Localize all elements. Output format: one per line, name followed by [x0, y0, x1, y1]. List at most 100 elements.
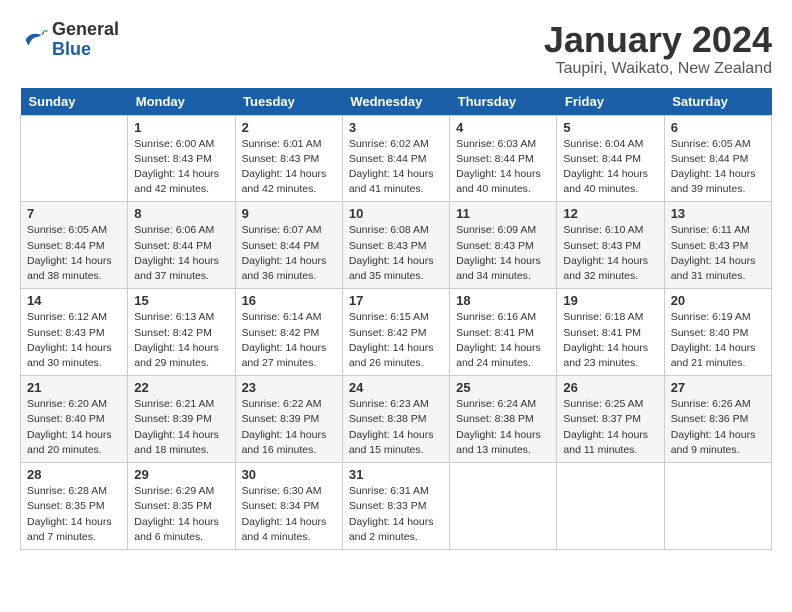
day-info: Sunrise: 6:16 AMSunset: 8:41 PMDaylight:…: [456, 310, 550, 371]
calendar-cell: 14 Sunrise: 6:12 AMSunset: 8:43 PMDayligh…: [21, 289, 128, 376]
day-info: Sunrise: 6:01 AMSunset: 8:43 PMDaylight:…: [242, 137, 336, 198]
calendar-week-row: 21 Sunrise: 6:20 AMSunset: 8:40 PMDayligh…: [21, 376, 772, 463]
weekday-header-monday: Monday: [128, 88, 235, 116]
day-number: 8: [134, 206, 228, 221]
weekday-header-row: SundayMondayTuesdayWednesdayThursdayFrid…: [21, 88, 772, 116]
calendar-table: SundayMondayTuesdayWednesdayThursdayFrid…: [20, 88, 772, 550]
calendar-cell: 12Sunrise: 6:10 AMSunset: 8:43 PMDayligh…: [557, 202, 664, 289]
calendar-cell: 9 Sunrise: 6:07 AMSunset: 8:44 PMDaylight…: [235, 202, 342, 289]
day-number: 2: [242, 120, 336, 135]
calendar-cell: 23 Sunrise: 6:22 AMSunset: 8:39 PMDayligh…: [235, 376, 342, 463]
day-info: Sunrise: 6:31 AMSunset: 8:33 PMDaylight:…: [349, 484, 443, 545]
calendar-cell: 7 Sunrise: 6:05 AMSunset: 8:44 PMDaylight…: [21, 202, 128, 289]
day-number: 25: [456, 380, 550, 395]
weekday-header-tuesday: Tuesday: [235, 88, 342, 116]
weekday-header-thursday: Thursday: [450, 88, 557, 116]
day-info: Sunrise: 6:29 AMSunset: 8:35 PMDaylight:…: [134, 484, 228, 545]
day-number: 21: [27, 380, 121, 395]
calendar-week-row: 14 Sunrise: 6:12 AMSunset: 8:43 PMDayligh…: [21, 289, 772, 376]
weekday-header-wednesday: Wednesday: [342, 88, 449, 116]
day-number: 5: [563, 120, 657, 135]
calendar-cell: 17 Sunrise: 6:15 AMSunset: 8:42 PMDayligh…: [342, 289, 449, 376]
day-info: Sunrise: 6:11 AMSunset: 8:43 PMDaylight:…: [671, 223, 765, 284]
month-title: January 2024: [544, 20, 772, 60]
day-info: Sunrise: 6:14 AMSunset: 8:42 PMDaylight:…: [242, 310, 336, 371]
location-text: Taupiri, Waikato, New Zealand: [544, 60, 772, 78]
day-number: 28: [27, 467, 121, 482]
day-info: Sunrise: 6:22 AMSunset: 8:39 PMDaylight:…: [242, 397, 336, 458]
day-number: 10: [349, 206, 443, 221]
day-number: 7: [27, 206, 121, 221]
day-info: Sunrise: 6:08 AMSunset: 8:43 PMDaylight:…: [349, 223, 443, 284]
day-number: 3: [349, 120, 443, 135]
logo-general-text: General: [52, 19, 119, 39]
calendar-cell: 19 Sunrise: 6:18 AMSunset: 8:41 PMDayligh…: [557, 289, 664, 376]
day-number: 27: [671, 380, 765, 395]
day-info: Sunrise: 6:06 AMSunset: 8:44 PMDaylight:…: [134, 223, 228, 284]
calendar-cell: 28 Sunrise: 6:28 AMSunset: 8:35 PMDayligh…: [21, 463, 128, 550]
day-info: Sunrise: 6:05 AMSunset: 8:44 PMDaylight:…: [671, 137, 765, 198]
calendar-cell: 29 Sunrise: 6:29 AMSunset: 8:35 PMDayligh…: [128, 463, 235, 550]
weekday-header-saturday: Saturday: [664, 88, 771, 116]
day-number: 6: [671, 120, 765, 135]
day-info: Sunrise: 6:21 AMSunset: 8:39 PMDaylight:…: [134, 397, 228, 458]
calendar-cell: 1Sunrise: 6:00 AMSunset: 8:43 PMDaylight…: [128, 115, 235, 202]
day-number: 24: [349, 380, 443, 395]
calendar-week-row: 28 Sunrise: 6:28 AMSunset: 8:35 PMDayligh…: [21, 463, 772, 550]
logo: General Blue: [20, 20, 119, 60]
day-number: 1: [134, 120, 228, 135]
calendar-cell: 25Sunrise: 6:24 AMSunset: 8:38 PMDayligh…: [450, 376, 557, 463]
weekday-header-sunday: Sunday: [21, 88, 128, 116]
day-number: 29: [134, 467, 228, 482]
day-number: 11: [456, 206, 550, 221]
day-number: 4: [456, 120, 550, 135]
day-info: Sunrise: 6:07 AMSunset: 8:44 PMDaylight:…: [242, 223, 336, 284]
calendar-cell: 6 Sunrise: 6:05 AMSunset: 8:44 PMDaylight…: [664, 115, 771, 202]
calendar-cell: 27Sunrise: 6:26 AMSunset: 8:36 PMDayligh…: [664, 376, 771, 463]
day-number: 23: [242, 380, 336, 395]
calendar-week-row: 7 Sunrise: 6:05 AMSunset: 8:44 PMDaylight…: [21, 202, 772, 289]
calendar-cell: 3Sunrise: 6:02 AMSunset: 8:44 PMDaylight…: [342, 115, 449, 202]
calendar-cell: [450, 463, 557, 550]
day-number: 16: [242, 293, 336, 308]
calendar-cell: 21 Sunrise: 6:20 AMSunset: 8:40 PMDayligh…: [21, 376, 128, 463]
day-info: Sunrise: 6:12 AMSunset: 8:43 PMDaylight:…: [27, 310, 121, 371]
calendar-cell: [557, 463, 664, 550]
calendar-cell: 13 Sunrise: 6:11 AMSunset: 8:43 PMDayligh…: [664, 202, 771, 289]
day-number: 17: [349, 293, 443, 308]
day-info: Sunrise: 6:09 AMSunset: 8:43 PMDaylight:…: [456, 223, 550, 284]
logo-blue-text: Blue: [52, 39, 91, 59]
day-info: Sunrise: 6:05 AMSunset: 8:44 PMDaylight:…: [27, 223, 121, 284]
day-number: 18: [456, 293, 550, 308]
day-number: 14: [27, 293, 121, 308]
calendar-cell: 8 Sunrise: 6:06 AMSunset: 8:44 PMDaylight…: [128, 202, 235, 289]
day-info: Sunrise: 6:28 AMSunset: 8:35 PMDaylight:…: [27, 484, 121, 545]
logo-bird-icon: [20, 26, 48, 54]
calendar-cell: 2 Sunrise: 6:01 AMSunset: 8:43 PMDaylight…: [235, 115, 342, 202]
day-info: Sunrise: 6:18 AMSunset: 8:41 PMDaylight:…: [563, 310, 657, 371]
calendar-cell: 18 Sunrise: 6:16 AMSunset: 8:41 PMDayligh…: [450, 289, 557, 376]
day-number: 31: [349, 467, 443, 482]
calendar-cell: 10 Sunrise: 6:08 AMSunset: 8:43 PMDayligh…: [342, 202, 449, 289]
calendar-cell: 24Sunrise: 6:23 AMSunset: 8:38 PMDayligh…: [342, 376, 449, 463]
calendar-cell: [664, 463, 771, 550]
calendar-cell: [21, 115, 128, 202]
day-info: Sunrise: 6:10 AMSunset: 8:43 PMDaylight:…: [563, 223, 657, 284]
day-info: Sunrise: 6:20 AMSunset: 8:40 PMDaylight:…: [27, 397, 121, 458]
day-number: 26: [563, 380, 657, 395]
day-info: Sunrise: 6:25 AMSunset: 8:37 PMDaylight:…: [563, 397, 657, 458]
calendar-cell: 15Sunrise: 6:13 AMSunset: 8:42 PMDayligh…: [128, 289, 235, 376]
calendar-cell: 5 Sunrise: 6:04 AMSunset: 8:44 PMDaylight…: [557, 115, 664, 202]
calendar-cell: 11 Sunrise: 6:09 AMSunset: 8:43 PMDayligh…: [450, 202, 557, 289]
day-number: 9: [242, 206, 336, 221]
day-number: 30: [242, 467, 336, 482]
weekday-header-friday: Friday: [557, 88, 664, 116]
day-number: 13: [671, 206, 765, 221]
day-info: Sunrise: 6:15 AMSunset: 8:42 PMDaylight:…: [349, 310, 443, 371]
day-info: Sunrise: 6:04 AMSunset: 8:44 PMDaylight:…: [563, 137, 657, 198]
day-number: 19: [563, 293, 657, 308]
day-info: Sunrise: 6:03 AMSunset: 8:44 PMDaylight:…: [456, 137, 550, 198]
calendar-cell: 4 Sunrise: 6:03 AMSunset: 8:44 PMDaylight…: [450, 115, 557, 202]
day-number: 15: [134, 293, 228, 308]
calendar-cell: 30Sunrise: 6:30 AMSunset: 8:34 PMDayligh…: [235, 463, 342, 550]
